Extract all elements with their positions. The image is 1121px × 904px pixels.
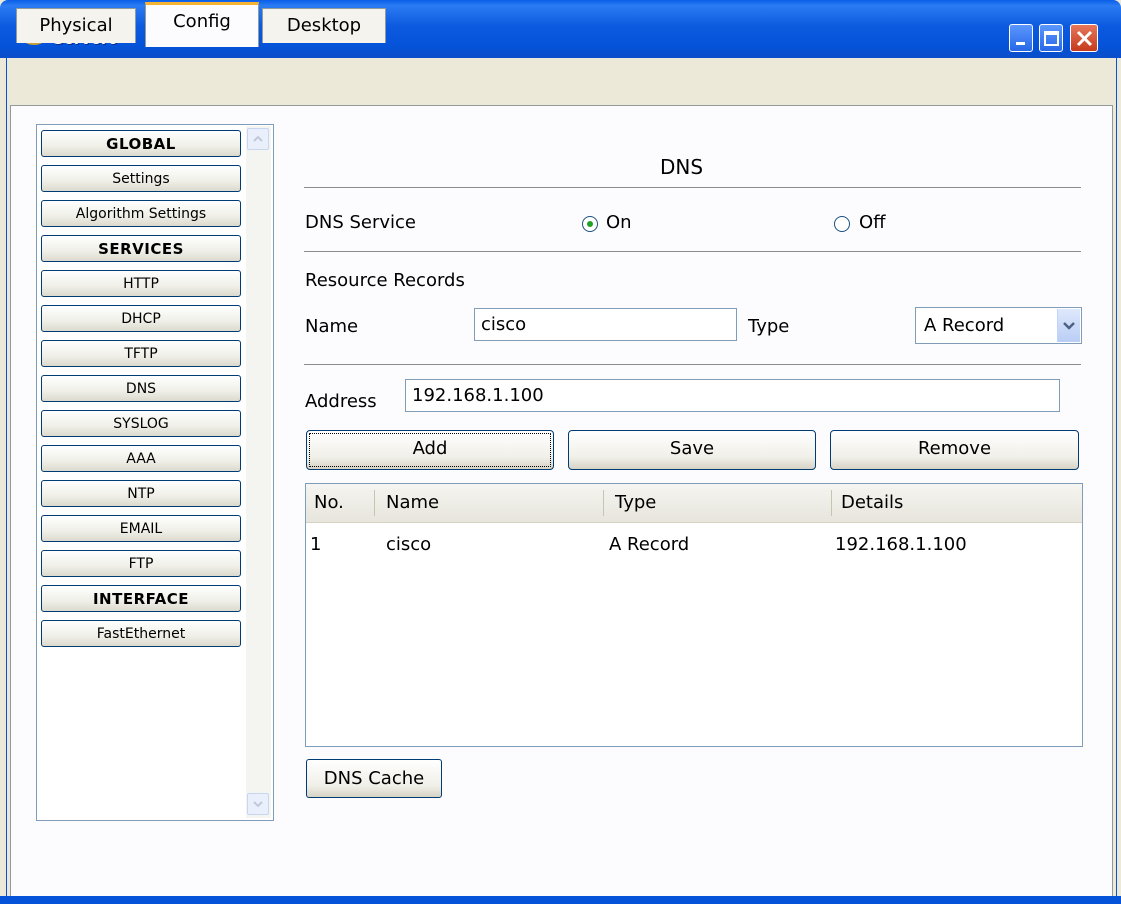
dns-on-label[interactable]: On bbox=[606, 212, 632, 233]
column-header-type[interactable]: Type bbox=[615, 484, 656, 522]
tab-physical[interactable]: Physical bbox=[16, 8, 136, 43]
column-separator[interactable] bbox=[374, 490, 375, 516]
save-button[interactable]: Save bbox=[568, 430, 816, 470]
type-label: Type bbox=[748, 316, 790, 337]
address-label: Address bbox=[305, 391, 377, 412]
column-header-name[interactable]: Name bbox=[386, 484, 439, 522]
close-icon bbox=[1076, 30, 1093, 47]
sidebar-item-settings[interactable]: Settings bbox=[41, 165, 241, 192]
address-input[interactable]: 192.168.1.100 bbox=[405, 379, 1060, 412]
sidebar-item-http[interactable]: HTTP bbox=[41, 270, 241, 297]
maximize-button[interactable] bbox=[1039, 24, 1063, 52]
type-select[interactable]: A Record bbox=[915, 307, 1082, 344]
remove-button[interactable]: Remove bbox=[830, 430, 1079, 470]
sidebar: GLOBAL Settings Algorithm Settings SERVI… bbox=[36, 124, 274, 821]
cell-details: 192.168.1.100 bbox=[835, 534, 967, 555]
chevron-down-icon bbox=[253, 801, 263, 808]
type-dropdown-button[interactable] bbox=[1057, 309, 1080, 342]
type-select-value: A Record bbox=[924, 315, 1005, 336]
dns-title: DNS bbox=[660, 155, 704, 179]
scroll-down-button[interactable] bbox=[247, 793, 269, 815]
window-bottom-border bbox=[0, 896, 1121, 904]
sidebar-item-dns[interactable]: DNS bbox=[41, 375, 241, 402]
name-label: Name bbox=[305, 316, 359, 337]
sidebar-item-algorithm-settings[interactable]: Algorithm Settings bbox=[41, 200, 241, 227]
sidebar-header-services: SERVICES bbox=[41, 235, 241, 262]
sidebar-item-syslog[interactable]: SYSLOG bbox=[41, 410, 241, 437]
chevron-down-icon bbox=[1063, 322, 1075, 330]
minimize-button[interactable] bbox=[1009, 24, 1033, 52]
sidebar-item-fastethernet[interactable]: FastEthernet bbox=[41, 620, 241, 647]
sidebar-item-ftp[interactable]: FTP bbox=[41, 550, 241, 577]
column-header-details[interactable]: Details bbox=[841, 484, 903, 522]
sidebar-item-aaa[interactable]: AAA bbox=[41, 445, 241, 472]
records-table: No. Name Type Details 1 cisco A Record 1… bbox=[305, 483, 1083, 747]
cell-name: cisco bbox=[386, 534, 432, 555]
dns-off-radio[interactable] bbox=[834, 216, 850, 232]
table-header: No. Name Type Details bbox=[306, 484, 1082, 523]
scroll-up-button[interactable] bbox=[247, 128, 269, 150]
dns-cache-button[interactable]: DNS Cache bbox=[306, 759, 442, 798]
column-header-no[interactable]: No. bbox=[314, 484, 344, 522]
dns-off-label[interactable]: Off bbox=[859, 212, 886, 233]
resource-records-label: Resource Records bbox=[305, 270, 465, 291]
sidebar-item-tftp[interactable]: TFTP bbox=[41, 340, 241, 367]
chevron-up-icon bbox=[253, 135, 263, 142]
sidebar-item-ntp[interactable]: NTP bbox=[41, 480, 241, 507]
name-input[interactable]: cisco bbox=[474, 308, 737, 341]
radio-selected-dot bbox=[587, 221, 593, 227]
close-button[interactable] bbox=[1070, 24, 1098, 52]
sidebar-item-email[interactable]: EMAIL bbox=[41, 515, 241, 542]
minimize-icon bbox=[1016, 42, 1025, 45]
column-separator[interactable] bbox=[831, 490, 832, 516]
sidebar-header-interface: INTERFACE bbox=[41, 585, 241, 612]
cell-no: 1 bbox=[310, 534, 322, 555]
tab-config[interactable]: Config bbox=[145, 2, 259, 47]
divider bbox=[304, 251, 1081, 252]
cell-type: A Record bbox=[609, 534, 690, 555]
divider bbox=[304, 187, 1081, 188]
dns-service-label: DNS Service bbox=[305, 212, 416, 233]
server0-window: Server0 Physical Config Desktop GLOBAL S… bbox=[0, 0, 1121, 904]
dns-on-radio[interactable] bbox=[582, 216, 598, 232]
column-separator[interactable] bbox=[603, 490, 604, 516]
sidebar-item-dhcp[interactable]: DHCP bbox=[41, 305, 241, 332]
divider bbox=[304, 364, 1081, 365]
tab-desktop[interactable]: Desktop bbox=[262, 8, 386, 43]
maximize-icon bbox=[1044, 31, 1059, 46]
add-button[interactable]: Add bbox=[306, 430, 554, 470]
sidebar-header-global: GLOBAL bbox=[41, 130, 241, 157]
sidebar-scrollbar[interactable] bbox=[246, 126, 271, 818]
